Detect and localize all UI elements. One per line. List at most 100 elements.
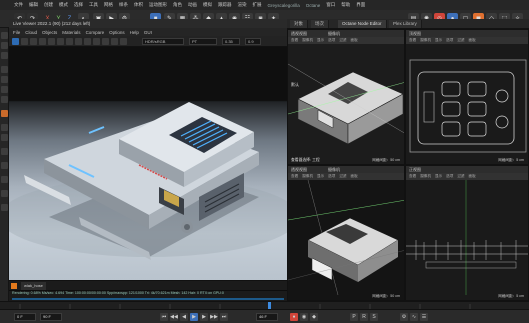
menu-item[interactable]: 文件 — [14, 2, 23, 8]
render-status-text: Rendering: 0.68% Ms/sec: 4.694 Time: 100… — [12, 291, 224, 295]
restart-render-icon[interactable] — [21, 38, 28, 45]
tab-plex-library[interactable]: Plex Library — [389, 20, 422, 28]
render-canvas[interactable] — [9, 47, 287, 280]
prev-key-icon[interactable]: ◀◀ — [170, 313, 178, 321]
timeline-ruler[interactable] — [0, 301, 529, 310]
tab-octane-node-editor[interactable]: Octane Node Editor — [338, 20, 387, 28]
grid-icon[interactable] — [1, 204, 8, 211]
tab-takes[interactable]: 场次 — [311, 20, 329, 28]
rotation-key-icon[interactable]: R — [360, 313, 368, 321]
menu-item[interactable]: 帮助 — [341, 2, 350, 8]
polygons-mode-icon[interactable] — [1, 96, 8, 103]
menu-item[interactable]: 编辑 — [29, 2, 38, 8]
current-frame-field[interactable]: 46 F — [256, 313, 278, 321]
autokey-icon[interactable]: ◉ — [300, 313, 308, 321]
lock-resolution-icon[interactable] — [66, 38, 73, 45]
tab-objects[interactable]: 对象 — [290, 20, 308, 28]
axis-mode-icon[interactable] — [1, 110, 8, 117]
front-view-wireframe — [406, 180, 528, 295]
viewport-grid-spacing: 网格间距：5 cm — [498, 294, 524, 298]
pick-material-icon[interactable] — [84, 38, 91, 45]
menu-item[interactable]: 创建 — [44, 2, 53, 8]
workplane-icon[interactable] — [1, 134, 8, 141]
points-mode-icon[interactable] — [1, 76, 8, 83]
position-key-icon[interactable]: P — [350, 313, 358, 321]
move-tool-icon[interactable] — [1, 32, 8, 39]
lv-menu-compare[interactable]: Compare — [86, 30, 105, 35]
fcurve-icon[interactable]: ∿ — [410, 313, 418, 321]
edges-mode-icon[interactable] — [1, 86, 8, 93]
wireframe-view — [288, 63, 404, 145]
snap-icon[interactable] — [1, 124, 8, 131]
scale-tool-icon[interactable] — [1, 42, 8, 49]
viewport-front[interactable]: 正视图 查看 摄像机 显示 选项 过滤 面板 网格间距：5 cm — [405, 165, 529, 301]
menu-item[interactable]: 选择 — [74, 2, 83, 8]
color-mode-select[interactable]: HDR/sRGB — [142, 38, 184, 45]
pick-object-icon[interactable] — [111, 38, 118, 45]
go-to-end-icon[interactable]: ⏭ — [220, 313, 228, 321]
menu-item[interactable]: 体积 — [134, 2, 143, 8]
object-color-tag — [11, 283, 17, 289]
menu-item[interactable]: 角色 — [173, 2, 182, 8]
go-to-start-icon[interactable]: ⏮ — [160, 313, 168, 321]
menu-item-greyscalegorilla[interactable]: Greyscalegorilla — [268, 3, 300, 8]
lv-menu-help[interactable]: Help — [130, 30, 139, 35]
dope-sheet-icon[interactable]: ☰ — [420, 313, 428, 321]
lv-menu-objects[interactable]: Objects — [42, 30, 57, 35]
gamma-field[interactable]: 0.9 — [245, 38, 261, 45]
texture-mode-icon[interactable] — [1, 148, 8, 155]
menu-item[interactable]: 工具 — [89, 2, 98, 8]
kernel-select[interactable]: PT — [189, 38, 217, 45]
layout-label[interactable]: 界面 — [356, 2, 365, 8]
menu-item[interactable]: 模式 — [59, 2, 68, 8]
lv-menu-materials[interactable]: Materials — [62, 30, 80, 35]
region-render-icon[interactable] — [48, 38, 55, 45]
timeline-settings-icon[interactable]: ⚙ — [400, 313, 408, 321]
menu-item[interactable]: 样条 — [119, 2, 128, 8]
viewport-perspective-top[interactable]: 透视视图 摄像机 查看 摄像机 显示 选项 过滤 面板 默认 查看器选择: 工程… — [287, 29, 405, 165]
lv-menu-file[interactable]: File — [13, 30, 20, 35]
send-scene-icon[interactable] — [12, 38, 19, 45]
exposure-field[interactable]: 0.35 — [222, 38, 240, 45]
menu-item[interactable]: 扩展 — [253, 2, 262, 8]
paint-mode-icon[interactable] — [1, 162, 8, 169]
sculpt-icon[interactable] — [1, 176, 8, 183]
menu-item[interactable]: 跟踪器 — [218, 2, 232, 8]
film-region-icon[interactable] — [57, 38, 64, 45]
menu-item[interactable]: 运动图形 — [149, 2, 167, 8]
menu-item[interactable]: 动画 — [188, 2, 197, 8]
record-icon[interactable]: ● — [290, 313, 298, 321]
pick-white-balance-icon[interactable] — [102, 38, 109, 45]
viewport-menu: 查看 摄像机 显示 选项 过滤 面板 — [288, 173, 404, 180]
menu-item[interactable]: 渲染 — [238, 2, 247, 8]
main-menubar: 文件 编辑 创建 模式 选择 工具 网格 样条 体积 运动图形 角色 动画 模拟… — [0, 0, 529, 10]
object-name-field[interactable]: wlak_hose — [21, 282, 46, 290]
pause-render-icon[interactable] — [30, 38, 37, 45]
pick-focus-icon[interactable] — [93, 38, 100, 45]
camera-view-wireframe — [288, 180, 404, 295]
scale-key-icon[interactable]: S — [370, 313, 378, 321]
lv-menu-gui[interactable]: GUI — [144, 30, 152, 35]
clay-mode-icon[interactable] — [75, 38, 82, 45]
viewport-perspective-bottom[interactable]: 透视视图 摄像机 查看 摄像机 显示 选项 过滤 面板 网格间距：50 cm — [287, 165, 405, 301]
next-frame-icon[interactable]: ▶ — [200, 313, 208, 321]
prev-frame-icon[interactable]: ◀ — [180, 313, 188, 321]
stop-render-icon[interactable] — [39, 38, 46, 45]
keyframe-icon[interactable]: ◆ — [310, 313, 318, 321]
model-mode-icon[interactable] — [1, 66, 8, 73]
lock-icon[interactable] — [1, 190, 8, 197]
start-frame-field[interactable]: 0 F — [14, 313, 36, 321]
end-frame-field[interactable]: 90 F — [40, 313, 62, 321]
lv-menu-options[interactable]: Options — [109, 30, 125, 35]
menu-item[interactable]: 窗口 — [326, 2, 335, 8]
menu-item[interactable]: 网格 — [104, 2, 113, 8]
menu-item[interactable]: 模拟 — [203, 2, 212, 8]
play-icon[interactable]: ▶ — [190, 313, 198, 321]
viewport-menu: 查看 摄像机 显示 选项 过滤 面板 — [406, 37, 528, 44]
save-image-icon[interactable] — [120, 38, 127, 45]
lv-menu-cloud[interactable]: Cloud — [25, 30, 37, 35]
next-key-icon[interactable]: ▶▶ — [210, 313, 218, 321]
menu-item-octane[interactable]: Octane — [306, 3, 321, 8]
rotate-tool-icon[interactable] — [1, 52, 8, 59]
viewport-top[interactable]: 顶视图 查看 摄像机 显示 选项 过滤 面板 网格间距：5 cm — [405, 29, 529, 165]
